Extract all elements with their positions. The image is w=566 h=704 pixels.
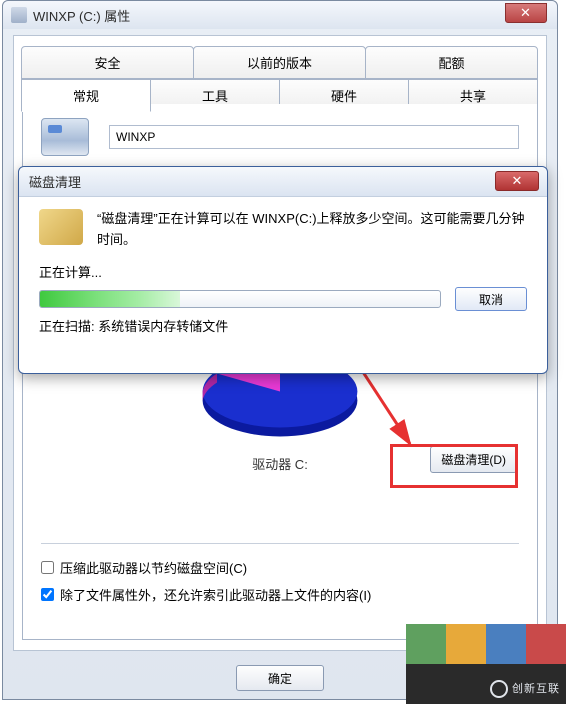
ok-button[interactable]: 确定 [236, 665, 324, 691]
image-watermark-text: 创新互联 [490, 680, 560, 698]
watermark-logo-icon [490, 680, 508, 698]
drive-icon [11, 7, 27, 23]
window-titlebar[interactable]: WINXP (C:) 属性 [3, 1, 557, 29]
cleanup-title-text: 磁盘清理 [29, 172, 81, 191]
compress-label: 压缩此驱动器以节约磁盘空间(C) [60, 558, 247, 577]
tab-security[interactable]: 安全 [21, 46, 194, 79]
window-title: WINXP (C:) 属性 [33, 6, 130, 25]
tab-strip: 安全 以前的版本 配额 常规 工具 硬件 共享 [22, 46, 538, 112]
cleanup-cancel-button[interactable]: 取消 [455, 287, 527, 311]
tab-quota[interactable]: 配额 [365, 46, 538, 79]
compress-checkbox-row: 压缩此驱动器以节约磁盘空间(C) [41, 558, 519, 577]
index-checkbox[interactable] [41, 588, 54, 601]
cleanup-progress-bar [39, 290, 441, 308]
drive-name-input[interactable] [109, 125, 519, 149]
index-label: 除了文件属性外，还允许索引此驱动器上文件的内容(I) [60, 585, 371, 604]
tab-previous-versions[interactable]: 以前的版本 [193, 46, 366, 79]
cleanup-brush-icon [39, 209, 83, 245]
disk-cleanup-button[interactable]: 磁盘清理(D) [430, 446, 517, 473]
calculating-label: 正在计算... [39, 263, 527, 284]
cleanup-close-button[interactable]: ✕ [495, 171, 539, 191]
cleanup-titlebar[interactable]: 磁盘清理 [19, 167, 547, 197]
compress-checkbox[interactable] [41, 561, 54, 574]
tab-general[interactable]: 常规 [21, 79, 151, 112]
window-close-button[interactable]: ✕ [505, 3, 547, 23]
cleanup-progress-fill [40, 291, 180, 307]
scanning-label: 正在扫描: 系统错误内存转储文件 [39, 317, 527, 338]
index-checkbox-row: 除了文件属性外，还允许索引此驱动器上文件的内容(I) [41, 585, 519, 604]
disk-cleanup-dialog: 磁盘清理 ✕ “磁盘清理”正在计算可以在 WINXP(C:)上释放多少空间。这可… [18, 166, 548, 374]
cleanup-message: “磁盘清理”正在计算可以在 WINXP(C:)上释放多少空间。这可能需要几分钟时… [97, 209, 527, 251]
drive-large-icon [41, 118, 89, 156]
